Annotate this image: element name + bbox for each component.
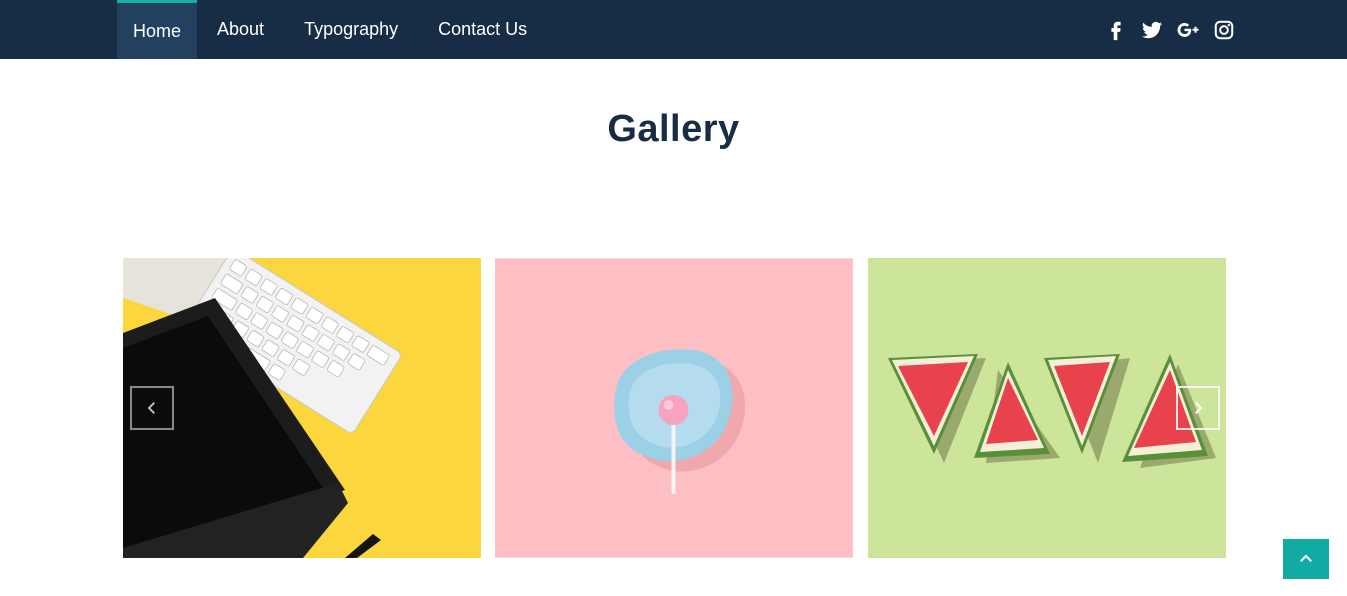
lollipop-plate-image	[495, 258, 853, 558]
social-links	[1105, 18, 1235, 42]
facebook-icon[interactable]	[1105, 19, 1127, 41]
carousel-next-button[interactable]	[1176, 386, 1220, 430]
gallery-slide[interactable]	[123, 258, 481, 558]
nav-item-about[interactable]: About	[197, 0, 284, 59]
instagram-icon[interactable]	[1213, 19, 1235, 41]
twitter-icon[interactable]	[1141, 19, 1163, 41]
gallery-slide[interactable]	[868, 258, 1226, 558]
google-plus-icon[interactable]	[1177, 19, 1199, 41]
nav-item-label: Home	[133, 20, 182, 41]
page-title: Gallery	[607, 108, 740, 150]
nav-item-typography[interactable]: Typography	[284, 0, 418, 59]
chevron-left-icon	[143, 399, 161, 417]
nav-item-contact-us[interactable]: Contact Us	[418, 0, 547, 59]
back-to-top-button[interactable]	[1283, 539, 1329, 579]
nav-item-label: Typography	[304, 19, 399, 39]
gallery-carousel	[123, 258, 1226, 558]
nav-item-label: Contact Us	[438, 19, 528, 39]
carousel-prev-button[interactable]	[130, 386, 174, 430]
gallery-slide[interactable]	[495, 258, 854, 558]
keyboard-tablet-image	[123, 258, 481, 558]
chevron-up-icon	[1297, 550, 1315, 568]
chevron-right-icon	[1189, 399, 1207, 417]
watermelon-slices-image	[868, 258, 1226, 558]
nav-item-home[interactable]: Home	[117, 0, 198, 59]
top-navbar: Home About Typography Contact Us	[0, 0, 1347, 59]
nav-menu: Home About Typography Contact Us	[117, 0, 547, 59]
nav-item-label: About	[217, 19, 265, 39]
